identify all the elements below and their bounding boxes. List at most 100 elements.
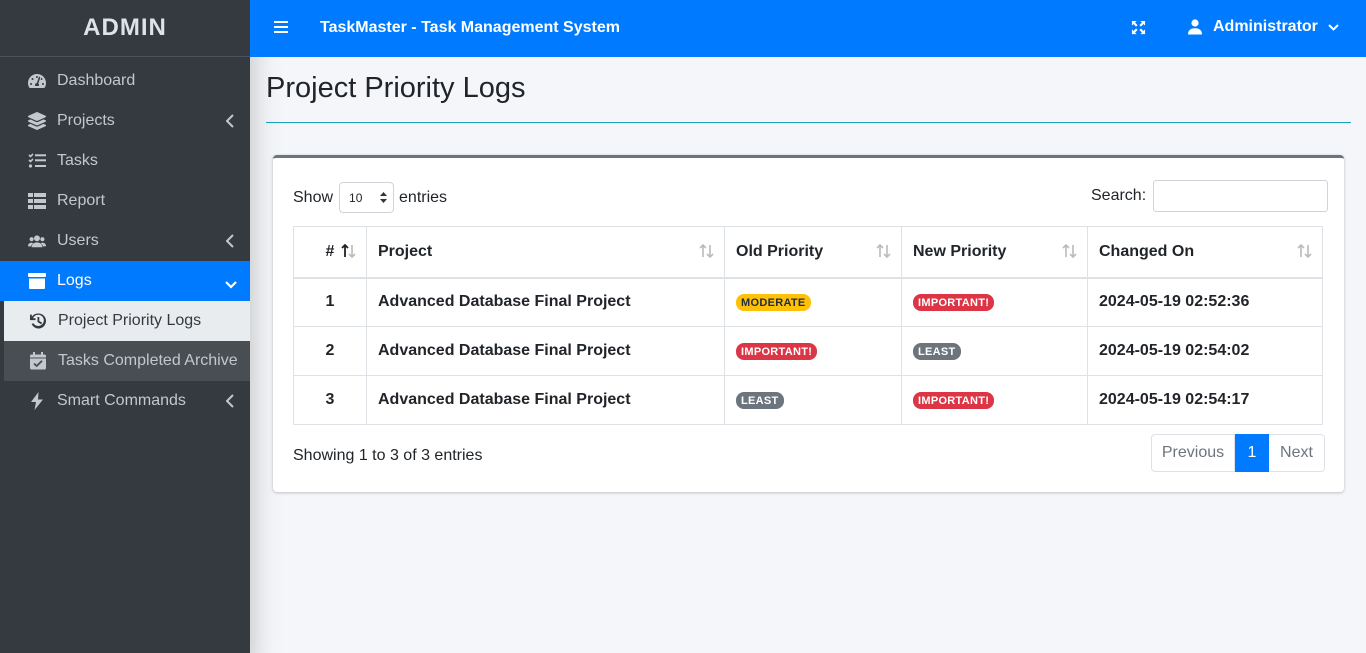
column-header-label: Project [378, 242, 433, 260]
priority-badge: MODERATE [736, 294, 811, 312]
select-arrows-icon [380, 192, 388, 203]
table-icon [28, 192, 46, 210]
show-label: Show [293, 188, 334, 206]
sort-icon [875, 243, 892, 259]
cell-old-priority: MODERATE [724, 277, 902, 327]
bolt-icon [28, 392, 46, 410]
sidebar-item-dashboard[interactable]: Dashboard [0, 61, 250, 101]
top-navbar: TaskMaster - Task Management System Admi… [250, 0, 1366, 57]
previous-page-button[interactable]: Previous [1151, 434, 1235, 472]
column-header-changed-on[interactable]: Changed On [1087, 226, 1323, 279]
cell-new-priority: LEAST [901, 326, 1088, 376]
column-header-label: Old Priority [736, 242, 824, 260]
cell-number: 1 [293, 277, 367, 327]
cell-changed-on: 2024-05-19 02:52:36 [1087, 277, 1323, 327]
sidebar-item-label: Report [57, 192, 106, 209]
brand-text: ADMIN [83, 14, 167, 41]
priority-badge: IMPORTANT! [913, 392, 995, 409]
search-label: Search: [1091, 187, 1147, 204]
sort-icon [1296, 243, 1313, 259]
user-menu[interactable]: Administrator [1188, 18, 1339, 36]
sidebar-item-label: Dashboard [57, 72, 136, 89]
title-divider [266, 122, 1351, 123]
column-header-project[interactable]: Project [366, 226, 725, 279]
pagination: Previous 1 Next [1151, 434, 1325, 472]
users-icon [28, 232, 46, 250]
sidebar-item-logs[interactable]: Logs [0, 261, 250, 301]
search-input[interactable] [1153, 180, 1329, 212]
cell-changed-on: 2024-05-19 02:54:02 [1087, 326, 1323, 376]
hamburger-menu-icon[interactable] [274, 20, 288, 34]
sidebar-item-label: Tasks Completed Archive [58, 352, 238, 369]
cell-new-priority: IMPORTANT! [901, 375, 1088, 425]
page-length-control: Show 10 entries [293, 182, 447, 213]
table-header-row: # Project Old Priority New Priority Chan… [293, 226, 1323, 279]
table-row: 3 Advanced Database Final Project LEAST … [293, 375, 1323, 425]
cell-project: Advanced Database Final Project [366, 326, 725, 376]
chevron-left-icon [225, 114, 234, 128]
sidebar-nav: Dashboard Projects Tasks Report Users Lo… [0, 57, 250, 421]
cell-project: Advanced Database Final Project [366, 375, 725, 425]
sidebar-item-project-priority-logs[interactable]: Project Priority Logs [4, 301, 250, 341]
cell-changed-on: 2024-05-19 02:54:17 [1087, 375, 1323, 425]
sidebar: ADMIN Dashboard Projects Tasks Report Us… [0, 0, 250, 653]
cell-project: Advanced Database Final Project [366, 277, 725, 327]
cell-old-priority: LEAST [724, 375, 902, 425]
cell-number: 2 [293, 326, 367, 376]
history-icon [29, 312, 47, 330]
sidebar-item-label: Tasks [57, 152, 98, 169]
fullscreen-expand-icon[interactable] [1131, 20, 1146, 35]
sidebar-item-smart-commands[interactable]: Smart Commands [0, 381, 250, 421]
search-control: Search: [1091, 180, 1329, 212]
user-icon [1188, 19, 1202, 35]
sidebar-item-report[interactable]: Report [0, 181, 250, 221]
layers-icon [28, 112, 46, 130]
logs-submenu: Project Priority Logs Tasks Completed Ar… [2, 301, 250, 381]
archive-icon [28, 272, 46, 290]
tasks-icon [28, 152, 46, 170]
chevron-left-icon [225, 234, 234, 248]
table-row: 2 Advanced Database Final Project IMPORT… [293, 326, 1323, 376]
cell-new-priority: IMPORTANT! [901, 277, 1088, 327]
app-title: TaskMaster - Task Management System [320, 19, 620, 36]
next-page-button[interactable]: Next [1269, 434, 1325, 472]
sort-icon [1061, 243, 1078, 259]
sidebar-item-label: Users [57, 232, 99, 249]
calendar-check-icon [29, 352, 47, 370]
column-header-old-priority[interactable]: Old Priority [724, 226, 902, 279]
page-length-value: 10 [349, 190, 363, 205]
chevron-down-icon [225, 276, 237, 289]
tachometer-icon [28, 72, 46, 90]
sidebar-item-label: Project Priority Logs [58, 312, 202, 329]
page-title: Project Priority Logs [266, 72, 526, 104]
sidebar-item-label: Projects [57, 112, 115, 129]
priority-badge: IMPORTANT! [736, 343, 818, 360]
sort-ascending-icon [340, 243, 357, 259]
sidebar-item-label: Logs [57, 272, 92, 289]
table-row: 1 Advanced Database Final Project MODERA… [293, 277, 1323, 327]
caret-down-icon [1328, 23, 1339, 31]
cell-number: 3 [293, 375, 367, 425]
sidebar-item-tasks-completed-archive[interactable]: Tasks Completed Archive [4, 341, 250, 381]
user-name: Administrator [1213, 18, 1318, 35]
page-length-select[interactable]: 10 [339, 182, 395, 213]
priority-badge: IMPORTANT! [913, 294, 995, 312]
column-header-label: New Priority [913, 242, 1007, 260]
page-1-button[interactable]: 1 [1235, 434, 1269, 472]
column-header-label: # [325, 242, 335, 260]
priority-badge: LEAST [736, 392, 784, 409]
sidebar-item-projects[interactable]: Projects [0, 101, 250, 141]
column-header-new-priority[interactable]: New Priority [901, 226, 1088, 279]
sort-icon [698, 243, 715, 259]
logs-card: Show 10 entries Search: # Project Old Pr… [273, 155, 1344, 492]
entries-label: entries [399, 188, 448, 206]
sidebar-item-tasks[interactable]: Tasks [0, 141, 250, 181]
column-header-label: Changed On [1099, 242, 1195, 260]
cell-old-priority: IMPORTANT! [724, 326, 902, 376]
chevron-left-icon [225, 394, 234, 408]
column-header-number[interactable]: # [293, 226, 367, 279]
table-info: Showing 1 to 3 of 3 entries [293, 447, 483, 464]
sidebar-item-users[interactable]: Users [0, 221, 250, 261]
brand-logo[interactable]: ADMIN [0, 0, 250, 57]
priority-badge: LEAST [913, 343, 961, 360]
